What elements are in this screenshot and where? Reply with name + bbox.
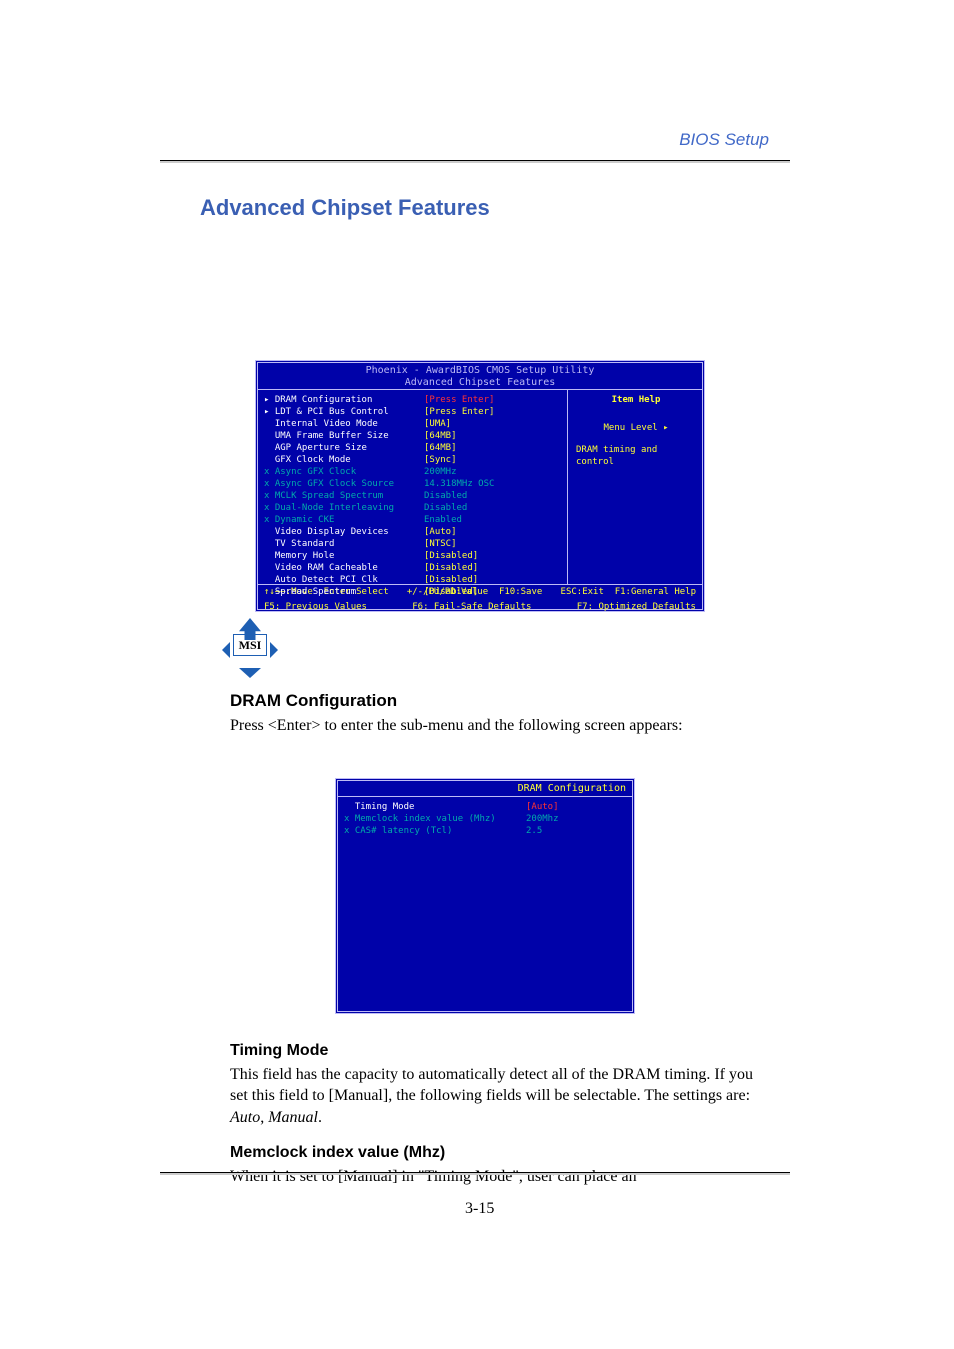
footer-line2-right: F7: Optimized Defaults	[577, 602, 696, 613]
row-auto-detect-pci: Auto Detect PCI Clk[Disabled]	[264, 574, 565, 586]
row-async-gfx: x Async GFX Clock200MHz	[264, 466, 565, 478]
row-memory-hole: Memory Hole[Disabled]	[264, 550, 565, 562]
header-right: BIOS Setup	[679, 130, 769, 150]
divider-shadow	[160, 161, 790, 163]
help-desc: DRAM timing and control	[576, 444, 696, 468]
bios-right-pane: Item Help Menu Level ▸ DRAM timing and c…	[567, 390, 702, 584]
page-number: 3-15	[465, 1200, 494, 1218]
row-internal-video: Internal Video Mode[UMA]	[264, 418, 565, 430]
bios-title: Phoenix - AwardBIOS CMOS Setup Utility A…	[258, 363, 702, 389]
row-memclock-index: x Memclock index value (Mhz)200Mhz	[344, 813, 626, 825]
row-gfx-clock-mode: GFX Clock Mode[Sync]	[264, 454, 565, 466]
bios-title-line1: Phoenix - AwardBIOS CMOS Setup Utility	[366, 365, 595, 376]
row-agp-aperture: AGP Aperture Size[64MB]	[264, 442, 565, 454]
footer-line2-mid: F6: Fail-Safe Defaults	[412, 602, 531, 613]
prose-heading: DRAM Configuration	[230, 690, 770, 713]
prose2-body: This field has the capacity to automatic…	[230, 1064, 770, 1129]
prose3-heading: Memclock index value (Mhz)	[230, 1142, 770, 1164]
row-async-gfx-src: x Async GFX Clock Source14.318MHz OSC	[264, 478, 565, 490]
bios-screenshot-advanced-chipset: Phoenix - AwardBIOS CMOS Setup Utility A…	[255, 360, 705, 612]
bios-body: ▸ DRAM Configuration[Press Enter] ▸ LDT …	[258, 389, 702, 585]
divider-bottom-shadow	[160, 1173, 790, 1175]
row-ldt-pci: ▸ LDT & PCI Bus Control[Press Enter]	[264, 406, 565, 418]
item-help-title: Item Help	[576, 394, 696, 406]
bios-footer2: F5: Previous Values F6: Fail-Safe Defaul…	[258, 600, 702, 615]
prose-timing-mode: Timing Mode This field has the capacity …	[230, 1040, 770, 1202]
bios-title-line2: Advanced Chipset Features	[405, 377, 556, 388]
row-dram-config: ▸ DRAM Configuration[Press Enter]	[264, 394, 565, 406]
row-video-display: Video Display Devices[Auto]	[264, 526, 565, 538]
row-dynamic-cke: x Dynamic CKEEnabled	[264, 514, 565, 526]
msi-logo-icon: MSI	[225, 618, 275, 672]
row-uma-buffer: UMA Frame Buffer Size[64MB]	[264, 430, 565, 442]
row-mclk-ss: x MCLK Spread SpectrumDisabled	[264, 490, 565, 502]
chevron-right-icon: ▸	[663, 423, 668, 433]
prose-body: Press <Enter> to enter the sub-menu and …	[230, 715, 770, 737]
row-timing-mode: Timing Mode[Auto]	[344, 801, 626, 813]
row-dual-node: x Dual-Node InterleavingDisabled	[264, 502, 565, 514]
prose3-body: When it is set to [Manual] in "Timing Mo…	[230, 1166, 770, 1188]
prose-dram-config: DRAM Configuration Press <Enter> to ente…	[230, 690, 770, 747]
section-title: Advanced Chipset Features	[200, 195, 490, 221]
row-tv-std: TV Standard[NTSC]	[264, 538, 565, 550]
bios2-title: DRAM Configuration	[338, 781, 632, 796]
row-vram-cache: Video RAM Cacheable[Disabled]	[264, 562, 565, 574]
menu-level: Menu Level ▸	[576, 422, 696, 434]
row-cas-latency: x CAS# latency (Tcl)2.5	[344, 825, 626, 837]
bios2-body: Timing Mode[Auto] x Memclock index value…	[338, 796, 632, 841]
row-spread-spectrum: Spread Spectrum[Disabled]	[264, 586, 565, 598]
prose2-heading: Timing Mode	[230, 1040, 770, 1062]
bios-screenshot-dram-config: DRAM Configuration Timing Mode[Auto] x M…	[335, 778, 635, 1014]
footer-line2-left: F5: Previous Values	[264, 602, 367, 613]
bios-left-pane: ▸ DRAM Configuration[Press Enter] ▸ LDT …	[258, 390, 567, 584]
page: BIOS Setup Advanced Chipset Features Pho…	[0, 0, 954, 1349]
footer-line1-right: ESC:Exit F1:General Help	[561, 587, 696, 598]
